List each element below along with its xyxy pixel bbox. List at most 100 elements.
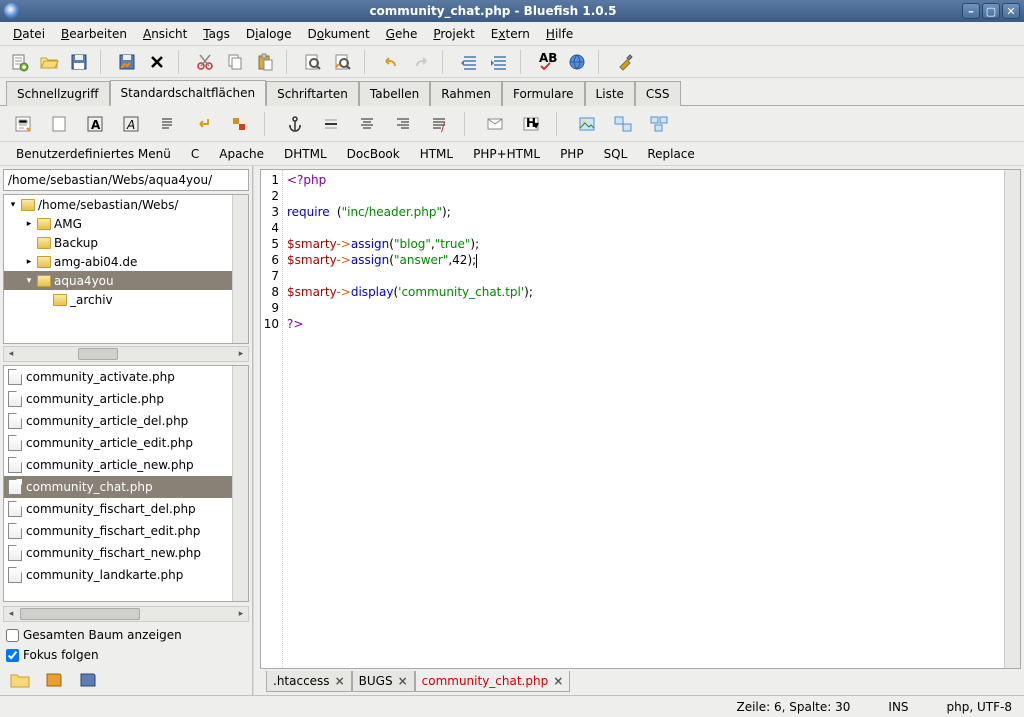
filelist-scrollbar[interactable] bbox=[232, 366, 248, 601]
close-tab-icon[interactable]: × bbox=[398, 674, 408, 688]
filelist-hscrollbar[interactable]: ◂▸ bbox=[3, 606, 249, 622]
break-icon[interactable] bbox=[188, 109, 218, 139]
file-row[interactable]: community_activate.php bbox=[4, 366, 248, 388]
unindent-icon[interactable] bbox=[456, 49, 482, 75]
sidebar-tab-reference-icon[interactable] bbox=[74, 669, 102, 691]
expand-icon[interactable]: ▸ bbox=[24, 219, 34, 229]
image-icon[interactable] bbox=[572, 109, 602, 139]
file-row[interactable]: community_landkarte.php bbox=[4, 564, 248, 586]
menu-projekt[interactable]: Projekt bbox=[426, 24, 481, 44]
expand-icon[interactable]: ▸ bbox=[24, 257, 34, 267]
editor-tab[interactable]: .htaccess× bbox=[266, 671, 352, 692]
indent-icon[interactable] bbox=[486, 49, 512, 75]
close-tab-icon[interactable]: × bbox=[553, 674, 563, 688]
cut-icon[interactable] bbox=[192, 49, 218, 75]
undo-icon[interactable] bbox=[378, 49, 404, 75]
menu-bearbeiten[interactable]: Bearbeiten bbox=[54, 24, 134, 44]
menu-tags[interactable]: Tags bbox=[196, 24, 237, 44]
file-row[interactable]: community_fischart_del.php bbox=[4, 498, 248, 520]
bold-icon[interactable]: A bbox=[80, 109, 110, 139]
sub-item-replace[interactable]: Replace bbox=[639, 144, 702, 164]
replace-icon[interactable] bbox=[330, 49, 356, 75]
tree-row[interactable]: ▾/home/sebastian/Webs/ bbox=[4, 195, 248, 214]
check-full-tree[interactable]: Gesamten Baum anzeigen bbox=[0, 625, 252, 645]
tool-tab-standardschaltflächen[interactable]: Standardschaltflächen bbox=[110, 80, 267, 106]
tool-tab-schnellzugriff[interactable]: Schnellzugriff bbox=[6, 81, 110, 106]
tree-row[interactable]: _archiv bbox=[4, 290, 248, 309]
find-icon[interactable] bbox=[300, 49, 326, 75]
hrule-icon[interactable] bbox=[316, 109, 346, 139]
code-content[interactable]: <?php require ("inc/header.php"); $smart… bbox=[283, 170, 1020, 668]
preferences-icon[interactable] bbox=[612, 49, 638, 75]
open-icon[interactable] bbox=[36, 49, 62, 75]
spellcheck-icon[interactable]: ABC bbox=[534, 49, 560, 75]
file-row[interactable]: community_article_new.php bbox=[4, 454, 248, 476]
expand-icon[interactable]: ▾ bbox=[8, 200, 18, 210]
sub-item-dhtml[interactable]: DHTML bbox=[276, 144, 335, 164]
paste-icon[interactable] bbox=[252, 49, 278, 75]
menu-dokument[interactable]: Dokument bbox=[301, 24, 377, 44]
paragraph-icon[interactable] bbox=[152, 109, 182, 139]
file-row[interactable]: community_fischart_edit.php bbox=[4, 520, 248, 542]
tool-tab-rahmen[interactable]: Rahmen bbox=[430, 81, 502, 106]
rightalign-icon[interactable] bbox=[388, 109, 418, 139]
sidebar-tab-files-icon[interactable] bbox=[6, 669, 34, 691]
tool-tab-schriftarten[interactable]: Schriftarten bbox=[266, 81, 359, 106]
copy-icon[interactable] bbox=[222, 49, 248, 75]
tree-row[interactable]: Backup bbox=[4, 233, 248, 252]
editor[interactable]: 12345678910 <?php require ("inc/header.p… bbox=[260, 169, 1021, 669]
menu-dialoge[interactable]: Dialoge bbox=[239, 24, 299, 44]
tool-tab-formulare[interactable]: Formulare bbox=[502, 81, 585, 106]
thumbnail-icon[interactable] bbox=[608, 109, 638, 139]
redo-icon[interactable] bbox=[408, 49, 434, 75]
minimize-button[interactable]: – bbox=[962, 3, 980, 19]
sub-item-sql[interactable]: SQL bbox=[596, 144, 636, 164]
maximize-button[interactable]: ▢ bbox=[982, 3, 1000, 19]
sidebar-tab-bookmarks-icon[interactable] bbox=[40, 669, 68, 691]
tool-tab-liste[interactable]: Liste bbox=[585, 81, 635, 106]
menu-hilfe[interactable]: Hilfe bbox=[539, 24, 580, 44]
menu-gehe[interactable]: Gehe bbox=[379, 24, 425, 44]
comment-icon[interactable]: / bbox=[424, 109, 454, 139]
sub-item-c[interactable]: C bbox=[183, 144, 207, 164]
save-icon[interactable] bbox=[66, 49, 92, 75]
tool-tab-css[interactable]: CSS bbox=[635, 81, 681, 106]
editor-tab[interactable]: community_chat.php× bbox=[415, 671, 571, 692]
email-icon[interactable] bbox=[480, 109, 510, 139]
file-row[interactable]: community_article_del.php bbox=[4, 410, 248, 432]
sub-item-html[interactable]: HTML bbox=[412, 144, 461, 164]
quickstart-icon[interactable] bbox=[8, 109, 38, 139]
tree-scrollbar[interactable] bbox=[232, 195, 248, 343]
close-doc-icon[interactable] bbox=[144, 49, 170, 75]
path-input[interactable] bbox=[3, 169, 249, 191]
save-as-icon[interactable] bbox=[114, 49, 140, 75]
menu-extern[interactable]: Extern bbox=[484, 24, 537, 44]
sub-item-apache[interactable]: Apache bbox=[211, 144, 272, 164]
editor-scrollbar[interactable] bbox=[1004, 170, 1020, 668]
sub-item-benutzerdefiniertes-men-[interactable]: Benutzerdefiniertes Menü bbox=[8, 144, 179, 164]
tool-tab-tabellen[interactable]: Tabellen bbox=[359, 81, 430, 106]
tree-row[interactable]: ▾aqua4you bbox=[4, 271, 248, 290]
close-button[interactable]: ✕ bbox=[1002, 3, 1020, 19]
sub-item-php-html[interactable]: PHP+HTML bbox=[465, 144, 548, 164]
file-row[interactable]: community_fischart_new.php bbox=[4, 542, 248, 564]
folder-tree[interactable]: ▾/home/sebastian/Webs/▸AMGBackup▸amg-abi… bbox=[3, 194, 249, 344]
nbsp-icon[interactable] bbox=[224, 109, 254, 139]
center-icon[interactable] bbox=[352, 109, 382, 139]
heading-icon[interactable]: H▾ bbox=[516, 109, 546, 139]
tree-row[interactable]: ▸amg-abi04.de bbox=[4, 252, 248, 271]
splitter[interactable] bbox=[253, 166, 260, 695]
new-file-icon[interactable] bbox=[6, 49, 32, 75]
multiimage-icon[interactable] bbox=[644, 109, 674, 139]
body-icon[interactable] bbox=[44, 109, 74, 139]
close-tab-icon[interactable]: × bbox=[335, 674, 345, 688]
tree-row[interactable]: ▸AMG bbox=[4, 214, 248, 233]
tree-hscrollbar[interactable]: ◂▸ bbox=[3, 346, 249, 362]
editor-tab[interactable]: BUGS× bbox=[352, 671, 415, 692]
menu-ansicht[interactable]: Ansicht bbox=[136, 24, 194, 44]
file-row[interactable]: community_chat.php bbox=[4, 476, 248, 498]
file-list[interactable]: community_activate.phpcommunity_article.… bbox=[3, 365, 249, 602]
italic-icon[interactable]: A bbox=[116, 109, 146, 139]
check-follow-focus[interactable]: Fokus folgen bbox=[0, 645, 252, 665]
preview-icon[interactable] bbox=[564, 49, 590, 75]
